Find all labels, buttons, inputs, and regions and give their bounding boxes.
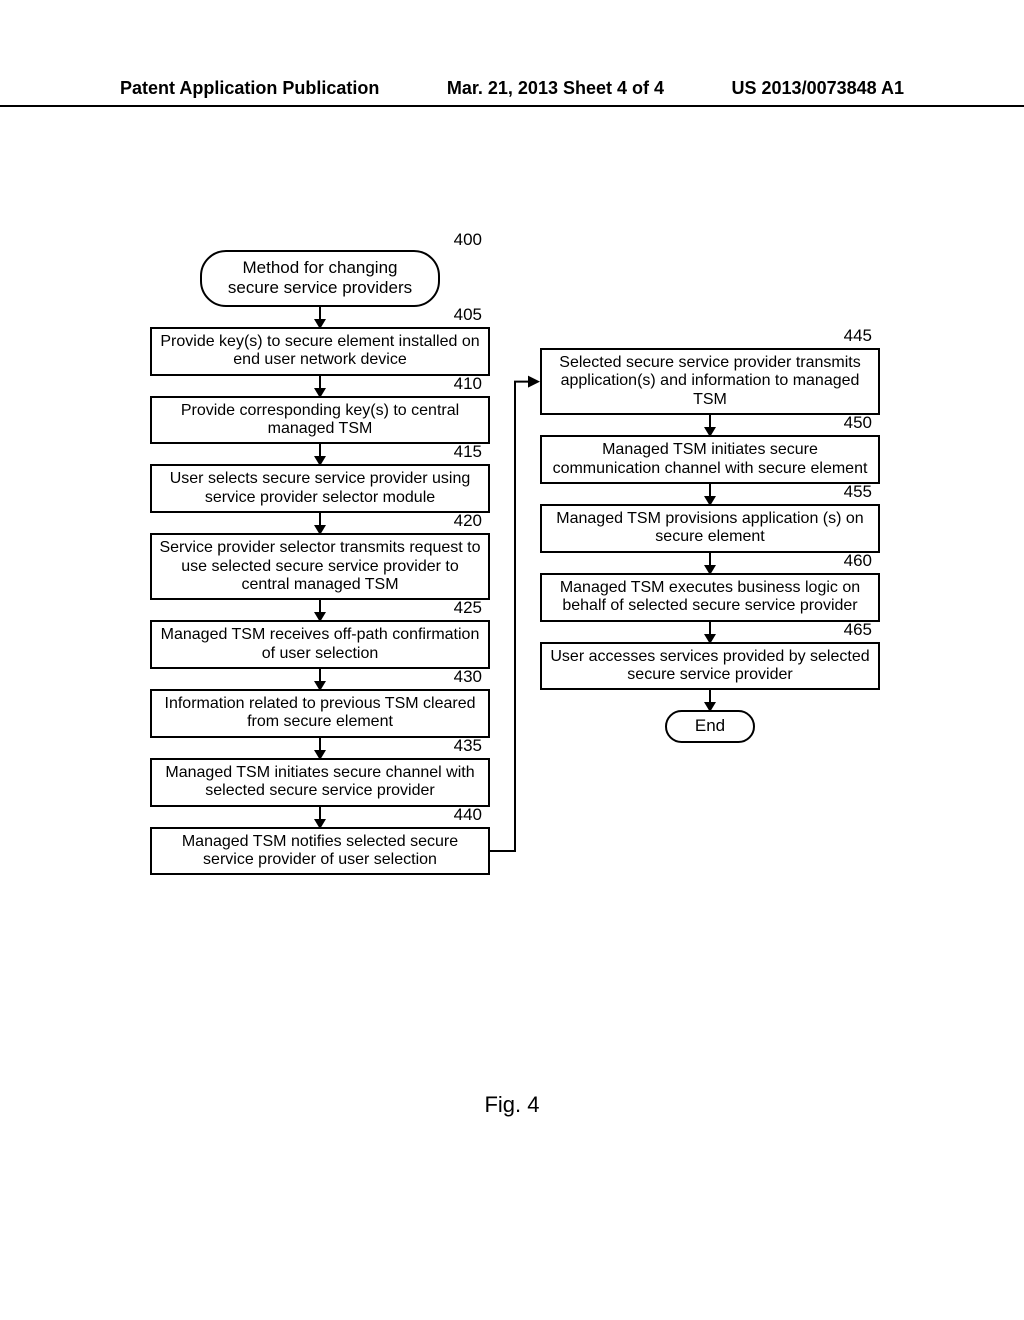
flowchart-step: 450 Managed TSM initiates secure communi… [540,435,880,484]
terminator-start: Method for changing secure service provi… [200,250,440,307]
process-box: Selected secure service provider transmi… [540,348,880,415]
process-box: Provide key(s) to secure element install… [150,327,490,376]
step-number: 415 [454,442,482,462]
process-box: User selects secure service provider usi… [150,464,490,513]
process-box: User accesses services provided by selec… [540,642,880,691]
flowchart-step: 445 Selected secure service provider tra… [540,348,880,415]
flowchart-title-step: 400 Method for changing secure service p… [150,250,490,307]
process-box: Managed TSM provisions application (s) o… [540,504,880,553]
flowchart-right-column: 445 Selected secure service provider tra… [540,348,880,743]
figure-label: Fig. 4 [120,1092,904,1118]
arrow-down-icon [319,307,321,327]
arrow-down-icon [709,622,711,642]
step-number: 465 [844,620,872,640]
step-number: 425 [454,598,482,618]
step-number: 405 [454,305,482,325]
step-number: 455 [844,482,872,502]
flowchart-step: 410 Provide corresponding key(s) to cent… [150,396,490,445]
arrow-down-icon [709,553,711,573]
arrow-down-icon [709,484,711,504]
process-box: Service provider selector transmits requ… [150,533,490,600]
step-number: 410 [454,374,482,394]
flowchart-step: 465 User accesses services provided by s… [540,642,880,691]
page-header: Patent Application Publication Mar. 21, … [0,78,1024,107]
arrow-down-icon [319,444,321,464]
arrow-down-icon [319,738,321,758]
step-number: 420 [454,511,482,531]
step-number: 440 [454,805,482,825]
step-number: 445 [844,326,872,346]
step-number: 430 [454,667,482,687]
arrow-down-icon [319,600,321,620]
flowchart-step: 455 Managed TSM provisions application (… [540,504,880,553]
step-number: 400 [454,230,482,250]
step-number: 450 [844,413,872,433]
flowchart-step: 460 Managed TSM executes business logic … [540,573,880,622]
arrow-down-icon [319,513,321,533]
arrow-down-icon [709,690,711,710]
terminator-end: End [665,710,755,742]
flowchart: 400 Method for changing secure service p… [120,250,904,1130]
header-center: Mar. 21, 2013 Sheet 4 of 4 [447,78,664,99]
flowchart-step: 430 Information related to previous TSM … [150,689,490,738]
arrow-down-icon [709,415,711,435]
process-box: Managed TSM receives off-path confirmati… [150,620,490,669]
process-box: Provide corresponding key(s) to central … [150,396,490,445]
process-box: Managed TSM initiates secure channel wit… [150,758,490,807]
process-box: Information related to previous TSM clea… [150,689,490,738]
flowchart-step: 435 Managed TSM initiates secure channel… [150,758,490,807]
step-number: 435 [454,736,482,756]
flowchart-end-step: End [540,710,880,742]
arrow-down-icon [319,669,321,689]
process-box: Managed TSM executes business logic on b… [540,573,880,622]
header-left: Patent Application Publication [120,78,379,99]
process-box: Managed TSM notifies selected secure ser… [150,827,490,876]
flowchart-step: 425 Managed TSM receives off-path confir… [150,620,490,669]
page: Patent Application Publication Mar. 21, … [0,0,1024,1320]
flowchart-step: 415 User selects secure service provider… [150,464,490,513]
step-number: 460 [844,551,872,571]
flowchart-step: 405 Provide key(s) to secure element ins… [150,327,490,376]
header-right: US 2013/0073848 A1 [732,78,904,99]
process-box: Managed TSM initiates secure communicati… [540,435,880,484]
flowchart-step: 440 Managed TSM notifies selected secure… [150,827,490,876]
flowchart-left-column: 400 Method for changing secure service p… [150,250,490,875]
arrow-down-icon [319,376,321,396]
arrow-down-icon [319,807,321,827]
flowchart-step: 420 Service provider selector transmits … [150,533,490,600]
